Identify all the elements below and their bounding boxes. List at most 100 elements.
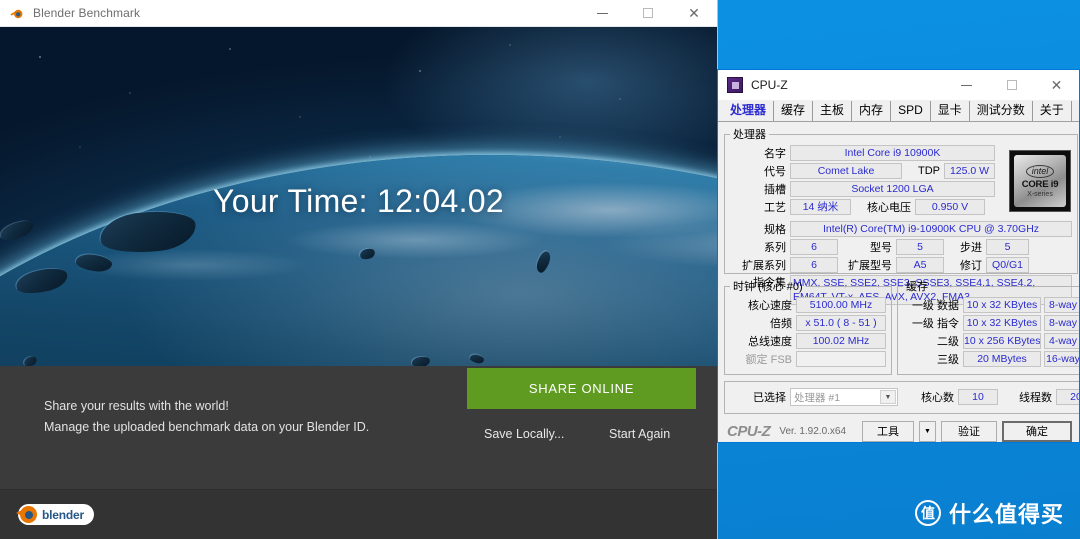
processor-selector-dropdown[interactable]: 处理器 #1 ▼	[790, 388, 898, 406]
threads-label: 线程数	[1019, 392, 1052, 404]
tools-button[interactable]: 工具	[862, 420, 914, 442]
bus-speed-label: 总线速度	[748, 336, 792, 348]
processor-selector-value: 处理器 #1	[794, 391, 841, 404]
watermark-icon: 值	[914, 500, 941, 526]
validate-button[interactable]: 验证	[941, 420, 997, 442]
cache-l1d-label: 一级 数据	[911, 300, 959, 312]
cpuz-tab-bar: 处理器 缓存 主板 内存 SPD 显卡 测试分数 关于	[718, 100, 1079, 122]
tools-dropdown-arrow-icon[interactable]: ▼	[919, 420, 936, 442]
specification-value: Intel(R) Core(TM) i9-10900K CPU @ 3.70GH…	[790, 221, 1072, 237]
blender-maximize-button[interactable]	[625, 0, 671, 26]
blender-window-title: Blender Benchmark	[33, 6, 141, 20]
selection-row: 已选择 处理器 #1 ▼ 核心数 10 线程数 20	[730, 387, 1079, 407]
ext-model-value: A5	[896, 257, 944, 273]
socket-label: 插槽	[764, 184, 786, 196]
cache-l1i-size: 10 x 32 KBytes	[963, 315, 1041, 331]
family-label: 系列	[764, 242, 786, 254]
intel-logo-icon: intel	[1025, 164, 1055, 178]
cache-l2-size: 10 x 256 KBytes	[963, 333, 1041, 349]
cache-l1i-way: 8-way	[1044, 315, 1079, 331]
blender-logo-icon	[9, 5, 25, 21]
cache-l2-label: 二级	[937, 336, 959, 348]
cpuz-window: CPU-Z ✕ 处理器 缓存 主板 内存 SPD 显卡 测试分数 关于 处理器 …	[717, 69, 1080, 443]
multiplier-label: 倍频	[770, 318, 792, 330]
processor-group: 处理器 intel CORE i9 X-series 名字 Intel Core…	[724, 126, 1078, 305]
cores-value: 10	[958, 389, 998, 405]
tab-mainboard[interactable]: 主板	[813, 101, 853, 121]
tab-processor[interactable]: 处理器	[723, 101, 775, 121]
benchmark-result-hero: Your Time: 12:04.02	[0, 27, 717, 366]
specification-label: 规格	[764, 224, 786, 236]
start-again-link[interactable]: Start Again	[609, 427, 670, 441]
processor-family-row: 系列 6 型号 5 步进 5	[730, 239, 1072, 255]
cache-l1i-label: 一级 指令	[911, 318, 959, 330]
cache-l3-way: 16-way	[1044, 351, 1079, 367]
share-description-line1: Share your results with the world!	[44, 399, 229, 413]
processor-group-title: 处理器	[733, 129, 766, 141]
clocks-and-cache-row: 时钟 (核心 #0) 核心速度 5100.00 MHz 倍频 x 51.0 ( …	[724, 278, 1079, 379]
cpu-badge-line3: X-series	[1027, 190, 1053, 198]
technology-label: 工艺	[764, 202, 786, 214]
blender-logo-icon	[16, 506, 37, 523]
cache-row: 一级 指令 10 x 32 KBytes 8-way	[903, 315, 1079, 331]
blender-minimize-button[interactable]	[579, 0, 625, 26]
core-speed-value: 5100.00 MHz	[796, 297, 886, 313]
cpuz-app-icon	[727, 77, 743, 93]
multiplier-value: x 51.0 ( 8 - 51 )	[796, 315, 886, 331]
ok-button[interactable]: 确定	[1002, 420, 1072, 442]
share-online-button[interactable]: SHARE ONLINE	[467, 368, 696, 409]
socket-value: Socket 1200 LGA	[790, 181, 995, 197]
cpuz-bottom-bar: CPU-Z Ver. 1.92.0.x64 工具 ▼ 验证 确定	[718, 418, 1079, 442]
cpuz-close-button[interactable]: ✕	[1034, 71, 1079, 100]
cpuz-window-title: CPU-Z	[751, 78, 788, 92]
cpu-badge-image: intel CORE i9 X-series	[1009, 150, 1071, 212]
cache-l3-size: 20 MBytes	[963, 351, 1041, 367]
save-locally-link[interactable]: Save Locally...	[484, 427, 564, 441]
cache-l3-label: 三级	[937, 354, 959, 366]
selected-label: 已选择	[753, 392, 786, 404]
revision-value: Q0/G1	[986, 257, 1029, 273]
processor-name-value: Intel Core i9 10900K	[790, 145, 995, 161]
blender-logo-text: blender	[42, 507, 84, 522]
rated-fsb-row: 额定 FSB	[730, 351, 886, 367]
ext-model-label: 扩展型号	[848, 260, 892, 272]
blender-benchmark-window: Blender Benchmark ✕ Your Time: 12:04.02	[0, 0, 717, 539]
blender-logo-badge: blender	[16, 504, 94, 525]
cpuz-titlebar[interactable]: CPU-Z ✕	[718, 70, 1079, 100]
tab-about[interactable]: 关于	[1033, 101, 1072, 121]
cache-row: 二级 10 x 256 KBytes 4-way	[903, 333, 1079, 349]
rated-fsb-label: 额定 FSB	[745, 354, 792, 366]
tab-bench[interactable]: 测试分数	[970, 101, 1033, 121]
tab-cache[interactable]: 缓存	[774, 101, 814, 121]
model-label: 型号	[870, 242, 892, 254]
benchmark-time-result: Your Time: 12:04.02	[213, 183, 504, 219]
cpu-badge-line2: CORE i9	[1021, 178, 1059, 190]
codename-value: Comet Lake	[790, 163, 902, 179]
stepping-value: 5	[986, 239, 1029, 255]
tab-graphics[interactable]: 显卡	[931, 101, 970, 121]
bus-speed-row: 总线速度 100.02 MHz	[730, 333, 886, 349]
cpuz-version-text: Ver. 1.92.0.x64	[779, 425, 847, 437]
clocks-group: 时钟 (核心 #0) 核心速度 5100.00 MHz 倍频 x 51.0 ( …	[724, 278, 892, 375]
blender-close-button[interactable]: ✕	[671, 0, 717, 26]
ext-family-value: 6	[790, 257, 838, 273]
cpuz-maximize-button[interactable]	[989, 71, 1034, 100]
watermark-text: 什么值得买	[948, 502, 1064, 527]
codename-label: 代号	[764, 166, 786, 178]
cores-label: 核心数	[921, 392, 954, 404]
tab-memory[interactable]: 内存	[852, 101, 892, 121]
cache-row: 一级 数据 10 x 32 KBytes 8-way	[903, 297, 1079, 313]
cache-row: 三级 20 MBytes 16-way	[903, 351, 1079, 367]
tab-spd[interactable]: SPD	[891, 101, 931, 121]
blender-bottom-bar: blender	[0, 489, 717, 539]
cache-l2-way: 4-way	[1044, 333, 1079, 349]
blender-titlebar[interactable]: Blender Benchmark ✕	[0, 0, 717, 27]
rated-fsb-value	[796, 351, 886, 367]
clocks-group-title: 时钟 (核心 #0)	[733, 281, 803, 293]
core-voltage-value: 0.950 V	[915, 199, 985, 215]
threads-value: 20	[1056, 389, 1079, 405]
blender-share-footer: Share your results with the world! Manag…	[0, 366, 717, 489]
chevron-down-icon[interactable]: ▼	[880, 390, 896, 404]
cpuz-minimize-button[interactable]	[944, 71, 989, 100]
revision-label: 修订	[960, 260, 982, 272]
